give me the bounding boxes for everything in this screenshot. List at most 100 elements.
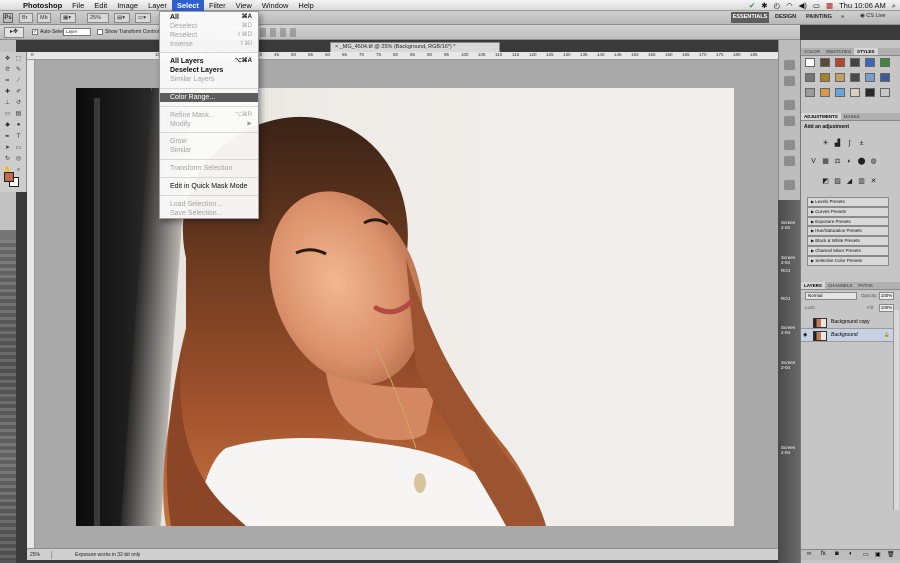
preset-exposure[interactable]: Exposure Presets — [807, 216, 889, 227]
status-message[interactable]: Exposure works in 32-bit only — [75, 551, 140, 559]
menu-window[interactable]: Window — [257, 0, 294, 11]
style-swatch[interactable] — [850, 58, 860, 67]
style-swatch[interactable] — [820, 88, 830, 97]
menu-item-transform-selection[interactable]: Transform Selection — [160, 164, 258, 173]
menu-app-name[interactable]: Photoshop — [18, 0, 67, 11]
layer-row[interactable]: Background copy — [801, 316, 894, 329]
gradient-map-icon[interactable]: ▥ — [857, 178, 866, 186]
exposure-icon[interactable]: ± — [857, 140, 866, 148]
new-layer-icon[interactable]: ▣ — [875, 551, 881, 558]
extras-button[interactable]: ▦▾ — [60, 13, 76, 23]
gradient-tool-icon[interactable]: ▤ — [14, 111, 23, 118]
trash-icon[interactable]: 🗑 — [887, 551, 895, 558]
menu-item-inverse[interactable]: Inverse ⇧⌘I — [160, 40, 258, 49]
type-tool-icon[interactable]: T — [14, 134, 23, 141]
blend-mode-select[interactable]: Normal — [805, 292, 857, 300]
photo-filter-icon[interactable]: ⬤ — [857, 158, 866, 166]
path-select-tool-icon[interactable]: ➤ — [3, 145, 12, 152]
volume-icon[interactable]: ◀) — [799, 1, 807, 10]
desktop-file[interactable]: Screen 2-04 — [781, 445, 797, 455]
menu-select[interactable]: Select — [171, 0, 204, 11]
menu-item-grow[interactable]: Grow — [160, 137, 258, 146]
menu-item-deselect-layers[interactable]: Deselect Layers — [160, 66, 258, 75]
workspace-design[interactable]: DESIGN — [775, 12, 796, 23]
preset-selective-color[interactable]: Selective Color Presets — [807, 255, 889, 266]
document-tab[interactable]: × _MG_4504.tif @ 25% (Background, RGB/16… — [330, 42, 500, 52]
menu-item-load-selection[interactable]: Load Selection... — [160, 200, 258, 209]
style-swatch[interactable] — [805, 88, 815, 97]
style-swatch[interactable] — [865, 88, 875, 97]
tab-styles[interactable]: STYLES — [854, 48, 878, 55]
tab-adjustments[interactable]: ADJUSTMENTS — [801, 113, 841, 120]
history-panel-icon[interactable] — [784, 60, 795, 70]
adjustment-layer-icon[interactable]: ◐ — [849, 551, 853, 557]
visibility-toggle[interactable] — [803, 319, 810, 326]
tab-channels[interactable]: CHANNELS — [825, 282, 856, 289]
style-swatch[interactable] — [880, 58, 890, 67]
clone-stamp-tool-icon[interactable]: ⊥ — [3, 100, 12, 107]
menu-help[interactable]: Help — [293, 0, 318, 11]
quick-select-tool-icon[interactable]: ✎ — [14, 67, 23, 74]
minibridge-button[interactable]: Mb — [37, 13, 51, 23]
color-balance-icon[interactable]: ⚖ — [833, 158, 842, 166]
posterize-icon[interactable]: ▨ — [833, 178, 842, 186]
menu-item-quick-mask[interactable]: Edit in Quick Mask Mode — [160, 182, 258, 191]
menu-item-similar-layers[interactable]: Similar Layers — [160, 75, 258, 84]
desktop-file[interactable]: Screen 2-04 — [781, 325, 797, 335]
style-swatch[interactable] — [805, 58, 815, 67]
brightness-icon[interactable]: ☀ — [821, 140, 830, 148]
brush-panel-icon[interactable] — [784, 100, 795, 110]
pen-tool-icon[interactable]: ✒ — [3, 134, 12, 141]
invert-icon[interactable]: ◩ — [821, 178, 830, 186]
eyedropper-tool-icon[interactable]: ⁄ — [14, 78, 23, 85]
style-swatch[interactable] — [850, 73, 860, 82]
style-swatch[interactable] — [835, 73, 845, 82]
menu-view[interactable]: View — [231, 0, 257, 11]
tab-masks[interactable]: MASKS — [841, 113, 863, 120]
style-swatch[interactable] — [820, 73, 830, 82]
screen-mode-button[interactable]: ▭▾ — [135, 13, 151, 23]
style-swatch[interactable] — [835, 58, 845, 67]
crop-tool-icon[interactable]: ⌗ — [3, 78, 12, 85]
3d-panel-icon[interactable] — [784, 180, 795, 190]
menu-layer[interactable]: Layer — [143, 0, 172, 11]
style-swatch[interactable] — [820, 58, 830, 67]
channel-mixer-icon[interactable]: ◍ — [869, 158, 878, 166]
tab-layers[interactable]: LAYERS — [801, 282, 825, 289]
menu-item-reselect[interactable]: Reselect ⇧⌘D — [160, 31, 258, 40]
link-layers-icon[interactable]: ∞ — [807, 551, 811, 557]
add-mask-icon[interactable]: ◙ — [835, 551, 839, 557]
preset-channel-mixer[interactable]: Channel Mixer Presets — [807, 245, 889, 256]
wifi-icon[interactable]: ◠ — [786, 1, 793, 10]
style-swatch[interactable] — [805, 73, 815, 82]
zoom-tool-icon[interactable]: ⌕ — [14, 167, 23, 174]
3d-orbit-tool-icon[interactable]: ◎ — [14, 156, 23, 163]
blur-tool-icon[interactable]: ◆ — [3, 122, 12, 129]
style-swatch[interactable] — [865, 58, 875, 67]
actions-panel-icon[interactable] — [784, 76, 795, 86]
threshold-icon[interactable]: ◢ — [845, 178, 854, 186]
character-panel-icon[interactable] — [784, 140, 795, 150]
lasso-tool-icon[interactable]: ᘓ — [3, 67, 12, 74]
preset-curves[interactable]: Curves Presets — [807, 206, 889, 217]
clock[interactable]: Thu 10:06 AM — [839, 1, 886, 10]
battery-icon[interactable]: ▭ — [813, 1, 820, 10]
menu-item-modify[interactable]: Modify ▶ — [160, 120, 258, 129]
workspace-painting[interactable]: PAINTING — [806, 12, 832, 23]
preset-black-white[interactable]: Black & White Presets — [807, 236, 889, 246]
cs-live-button[interactable]: ◉ CS Live — [860, 13, 886, 19]
3d-rotate-tool-icon[interactable]: ↻ — [3, 156, 12, 163]
style-swatch[interactable] — [835, 88, 845, 97]
flag-icon[interactable]: ▩ — [826, 1, 833, 10]
dodge-tool-icon[interactable]: ● — [14, 122, 23, 129]
eraser-tool-icon[interactable]: ▭ — [3, 111, 12, 118]
desktop-file[interactable]: ROJ — [781, 296, 797, 301]
healing-brush-tool-icon[interactable]: ✚ — [3, 89, 12, 96]
brush-tool-icon[interactable]: ✐ — [14, 89, 23, 96]
tab-swatches[interactable]: SWATCHES — [823, 48, 854, 55]
foreground-color-swatch[interactable] — [4, 172, 14, 182]
preset-levels[interactable]: Levels Presets — [807, 197, 889, 207]
bluetooth-icon[interactable]: ✱ — [761, 1, 767, 10]
status-check-icon[interactable]: ✔ — [749, 1, 755, 10]
clone-source-panel-icon[interactable] — [784, 116, 795, 126]
